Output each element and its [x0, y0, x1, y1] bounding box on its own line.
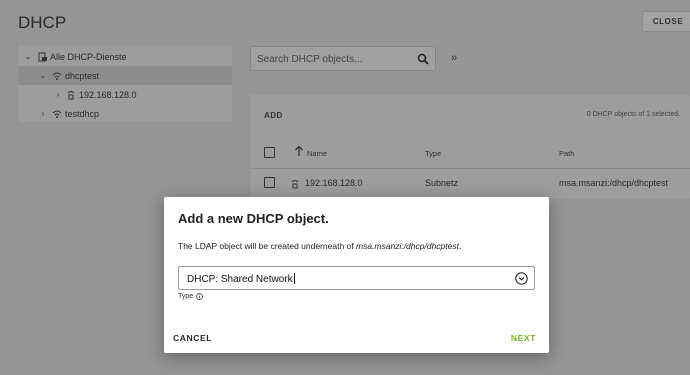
chevron-down-icon[interactable]: ⌄ — [23, 52, 33, 61]
dhcp-tree: ⌄ Alle DHCP-Dienste ⌄ dhcptest › 192.168… — [18, 45, 232, 122]
tree-item-subnet[interactable]: › 192.168.128.0 — [18, 85, 232, 104]
tree-item-dhcptest[interactable]: ⌄ dhcptest — [18, 66, 232, 85]
tree-item-label: Alle DHCP-Dienste — [50, 51, 127, 62]
network-icon — [52, 72, 62, 80]
expand-options-icon[interactable]: » — [451, 52, 457, 64]
row-checkbox[interactable] — [264, 177, 275, 188]
add-button[interactable]: ADD — [264, 111, 283, 120]
tree-item-label: dhcptest — [65, 70, 100, 81]
column-header-name[interactable]: Name — [307, 149, 327, 158]
row-type: Subnetz — [425, 178, 459, 188]
ldap-path: msa.msanzi:/dhcp/dhcptest — [355, 241, 459, 251]
search-input[interactable] — [257, 51, 407, 67]
type-select-value: DHCP: Shared Network — [187, 273, 295, 285]
text-cursor — [293, 273, 295, 284]
chevron-right-icon[interactable]: › — [53, 90, 63, 99]
info-icon[interactable] — [196, 293, 204, 300]
row-name[interactable]: 192.168.128.0 — [305, 178, 363, 188]
column-header-type[interactable]: Type — [425, 149, 441, 158]
search-box — [250, 46, 436, 71]
add-dhcp-object-dialog: Add a new DHCP object. The LDAP object w… — [164, 197, 549, 353]
divider — [250, 168, 690, 169]
close-button[interactable]: CLOSE — [642, 11, 690, 32]
next-button[interactable]: NEXT — [511, 333, 536, 343]
objects-grid: ADD 0 DHCP objects of 1 selected. Name T… — [250, 95, 690, 199]
dialog-description: The LDAP object will be created undernea… — [178, 241, 461, 251]
type-label-text: Type — [178, 293, 194, 300]
description-prefix: The LDAP object will be created undernea… — [178, 241, 356, 251]
chevron-right-icon[interactable]: › — [38, 109, 48, 118]
column-header-path[interactable]: Path — [559, 149, 574, 158]
chevron-down-circle-icon[interactable] — [515, 272, 528, 285]
search-icon[interactable] — [417, 53, 429, 65]
page-title: DHCP — [18, 13, 67, 32]
network-icon — [52, 110, 62, 118]
server-icon — [38, 52, 47, 61]
selected-type: DHCP: Shared Network — [187, 274, 293, 285]
tree-item-root[interactable]: ⌄ Alle DHCP-Dienste — [18, 47, 232, 66]
cancel-button[interactable]: CANCEL — [173, 333, 212, 343]
dialog-title: Add a new DHCP object. — [178, 211, 329, 226]
subnet-icon — [291, 180, 299, 189]
tree-item-label: testdhcp — [65, 108, 100, 119]
chevron-down-icon[interactable]: ⌄ — [38, 71, 48, 80]
description-suffix: . — [458, 241, 462, 251]
type-select[interactable]: DHCP: Shared Network — [178, 266, 535, 290]
row-path: msa.msanzi:/dhcp/dhcptest — [559, 178, 669, 188]
selection-count: 0 DHCP objects of 1 selected. — [586, 111, 680, 118]
tree-item-testdhcp[interactable]: › testdhcp — [18, 104, 232, 123]
select-all-checkbox[interactable] — [264, 147, 275, 158]
type-field-label: Type — [178, 293, 204, 300]
sort-ascending-icon[interactable] — [294, 145, 304, 157]
subnet-icon — [67, 90, 75, 99]
tree-item-label: 192.168.128.0 — [79, 89, 137, 100]
